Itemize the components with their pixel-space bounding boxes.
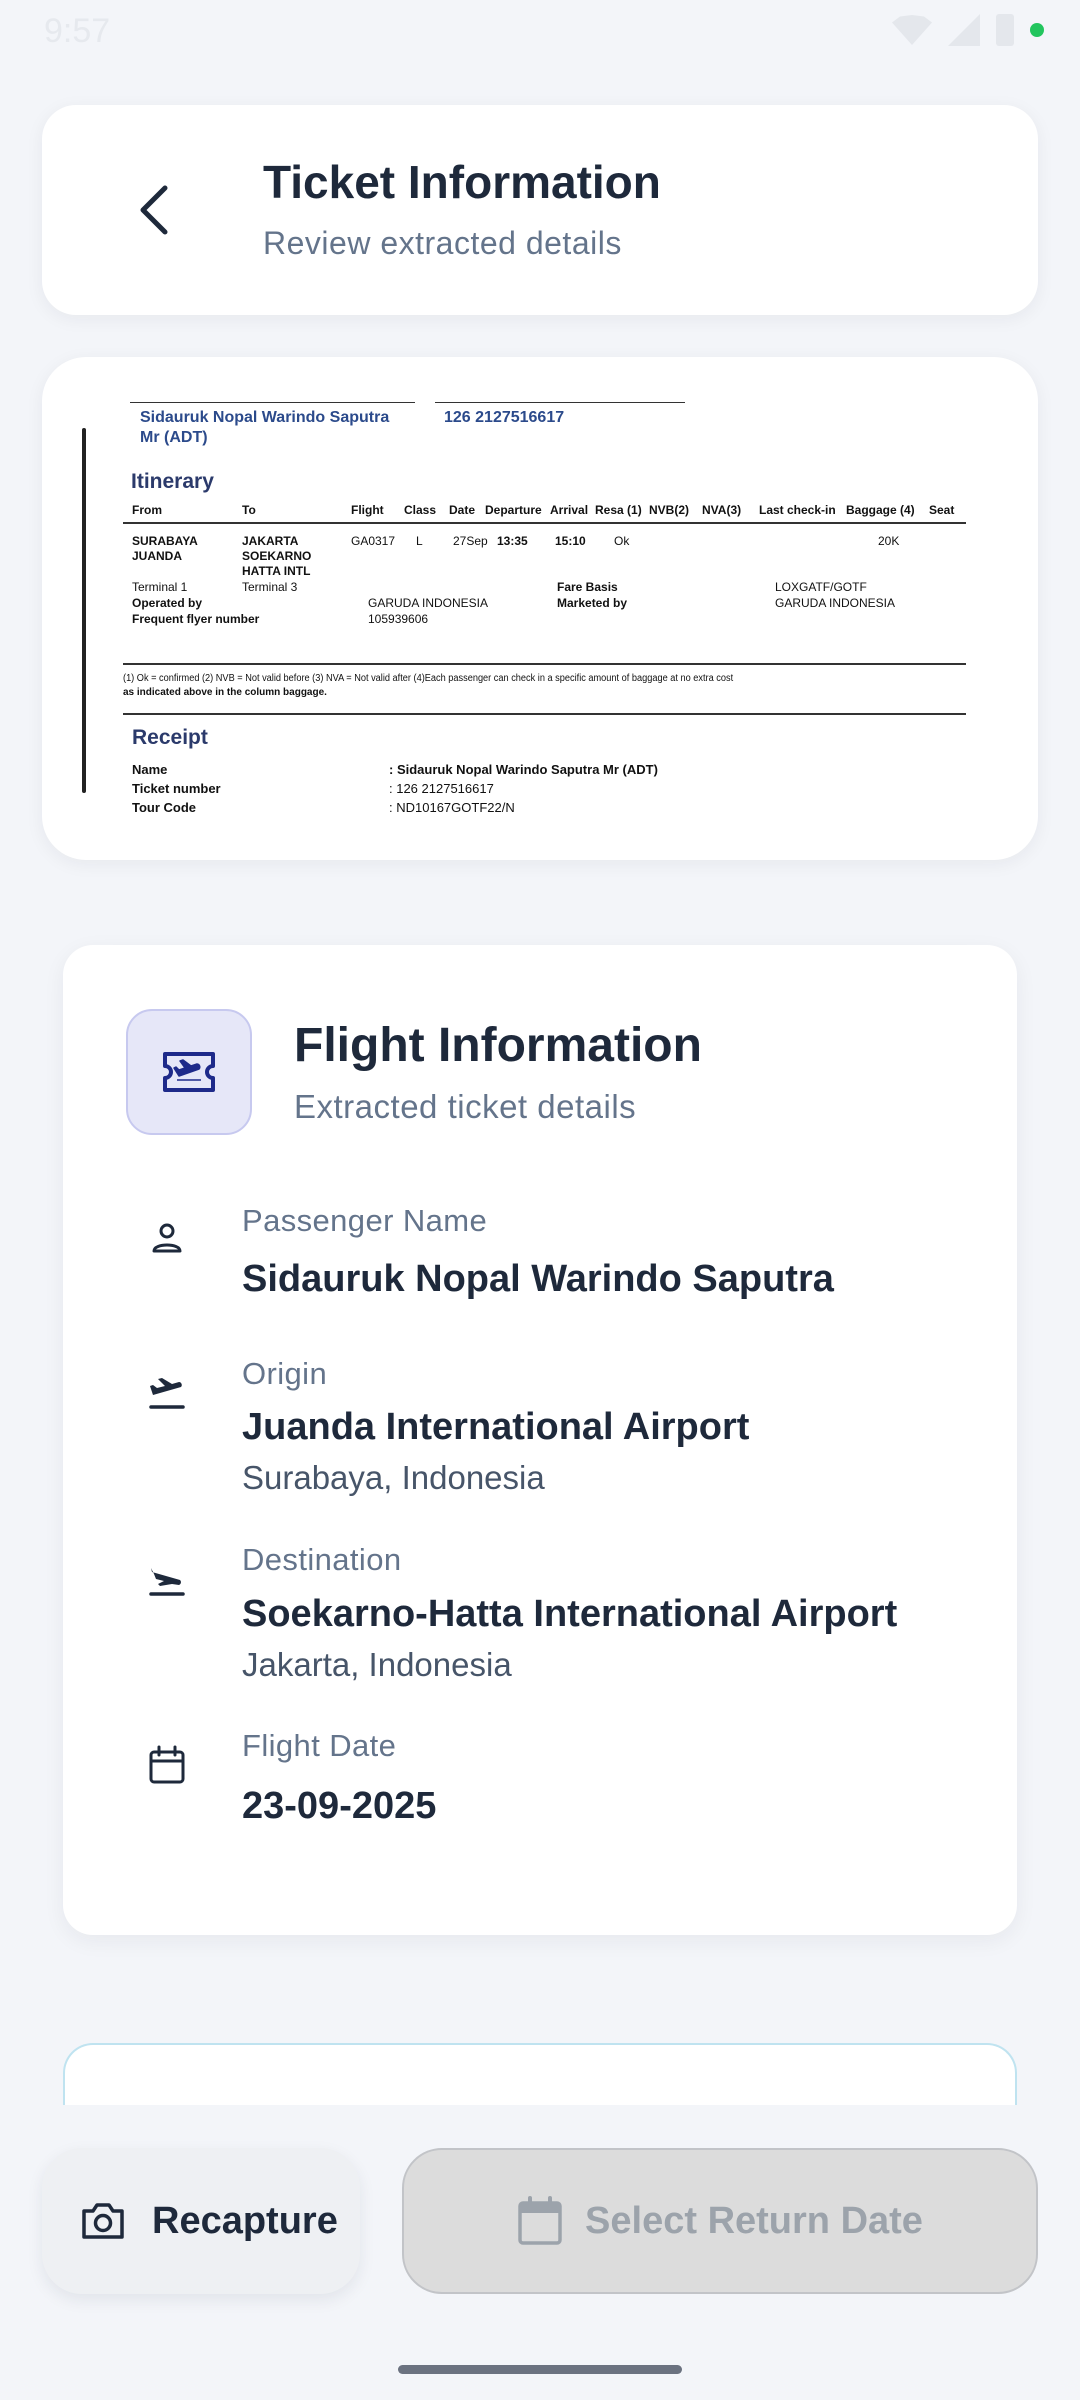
ticket-icon-box <box>126 1009 252 1135</box>
status-bar: 9:57 <box>0 0 1080 60</box>
calendar-icon <box>144 1742 190 1788</box>
receipt-tour-value: : ND10167GOTF22/N <box>389 800 515 815</box>
select-return-date-label: Select Return Date <box>585 2199 923 2242</box>
col-class: Class <box>404 503 437 517</box>
privacy-dot-icon <box>1030 23 1044 37</box>
from-airport: JUANDA <box>132 549 183 563</box>
destination-value: Soekarno-Hatta International Airport <box>242 1593 898 1635</box>
col-baggage: Baggage (4) <box>846 503 915 517</box>
ticket-number-top: 126 2127516617 <box>444 409 565 426</box>
recapture-button[interactable]: Recapture <box>42 2148 360 2294</box>
receipt-tour-label: Tour Code <box>132 800 197 815</box>
origin-label: Origin <box>242 1356 328 1391</box>
passenger-label: Passenger Name <box>242 1203 488 1238</box>
to-airport-2: HATTA INTL <box>242 564 311 578</box>
signal-icon <box>948 14 980 46</box>
back-button[interactable] <box>120 175 190 245</box>
to-airport-1: SOEKARNO <box>242 549 312 563</box>
ticket-name-line1: Sidauruk Nopal Warindo Saputra <box>140 409 390 426</box>
flight-class: L <box>416 534 423 548</box>
flight-date-label: Flight Date <box>242 1728 397 1763</box>
operated-by-label: Operated by <box>132 596 203 610</box>
passenger-value: Sidauruk Nopal Warindo Saputra <box>242 1258 834 1300</box>
col-arrival: Arrival <box>550 503 589 517</box>
notes-line1: (1) Ok = confirmed (2) NVB = Not valid b… <box>123 673 734 684</box>
from-city: SURABAYA <box>132 534 198 548</box>
flight-date-value: 23-09-2025 <box>242 1785 437 1827</box>
ffn-value: 105939606 <box>368 612 429 626</box>
ticket-document: Sidauruk Nopal Warindo Saputra Mr (ADT) … <box>83 390 973 820</box>
chevron-left-icon <box>140 185 168 235</box>
person-icon <box>144 1215 190 1261</box>
col-departure: Departure <box>485 503 542 517</box>
battery-icon <box>996 14 1014 46</box>
flight-info-title: Flight Information <box>294 1019 702 1072</box>
operated-by-value: GARUDA INDONESIA <box>368 596 489 610</box>
origin-value: Juanda International Airport <box>242 1406 750 1448</box>
ffn-label: Frequent flyer number <box>132 612 260 626</box>
receipt-ticket-label: Ticket number <box>132 781 221 796</box>
col-nva: NVA(3) <box>702 503 742 517</box>
flight-takeoff-icon <box>144 1370 190 1416</box>
home-indicator[interactable] <box>398 2365 682 2374</box>
status-time: 9:57 <box>44 12 111 50</box>
col-flight: Flight <box>351 503 384 517</box>
flight-land-icon <box>144 1557 190 1603</box>
resa-status: Ok <box>614 534 630 548</box>
airplane-ticket-icon <box>163 1052 215 1092</box>
col-from: From <box>132 503 162 517</box>
ticket-name-line2: Mr (ADT) <box>140 429 208 446</box>
camera-icon <box>82 2203 124 2239</box>
fare-basis-label: Fare Basis <box>557 580 618 594</box>
to-city: JAKARTA <box>242 534 299 548</box>
origin-sub: Surabaya, Indonesia <box>242 1459 545 1496</box>
col-nvb: NVB(2) <box>649 503 690 517</box>
calendar-icon <box>518 2196 562 2245</box>
select-return-date-button[interactable]: Select Return Date <box>402 2148 1038 2294</box>
receipt-name-value: : Sidauruk Nopal Warindo Saputra Mr (ADT… <box>389 762 658 777</box>
baggage-allowance: 20K <box>878 534 900 548</box>
departure-time: 13:35 <box>497 534 528 548</box>
page-subtitle: Review extracted details <box>263 225 622 261</box>
fare-basis-value: LOXGATF/GOTF <box>775 580 867 594</box>
header-card <box>42 105 1038 315</box>
receipt-name-label: Name <box>132 762 168 777</box>
flight-code: GA0317 <box>351 534 396 548</box>
col-last-checkin: Last check-in <box>759 503 836 517</box>
marketed-by-label: Marketed by <box>557 596 628 610</box>
col-seat: Seat <box>929 503 955 517</box>
destination-label: Destination <box>242 1542 402 1577</box>
recapture-label: Recapture <box>152 2199 338 2242</box>
terminal-to: Terminal 3 <box>242 580 298 594</box>
status-icons <box>892 14 1044 46</box>
terminal-from: Terminal 1 <box>132 580 188 594</box>
receipt-heading: Receipt <box>132 726 208 749</box>
col-to: To <box>242 503 256 517</box>
wifi-icon <box>892 15 932 45</box>
receipt-ticket-value: : 126 2127516617 <box>389 781 494 796</box>
arrival-time: 15:10 <box>555 534 586 548</box>
itinerary-heading: Itinerary <box>131 470 214 493</box>
flight-date-doc: 27Sep <box>453 534 488 548</box>
col-date: Date <box>449 503 476 517</box>
flight-info-subtitle: Extracted ticket details <box>294 1088 637 1125</box>
notes-line2: as indicated above in the column baggage… <box>123 687 327 698</box>
destination-sub: Jakarta, Indonesia <box>242 1646 512 1683</box>
col-resa: Resa (1) <box>595 503 642 517</box>
page-title: Ticket Information <box>263 156 661 208</box>
marketed-by-value: GARUDA INDONESIA <box>775 596 896 610</box>
